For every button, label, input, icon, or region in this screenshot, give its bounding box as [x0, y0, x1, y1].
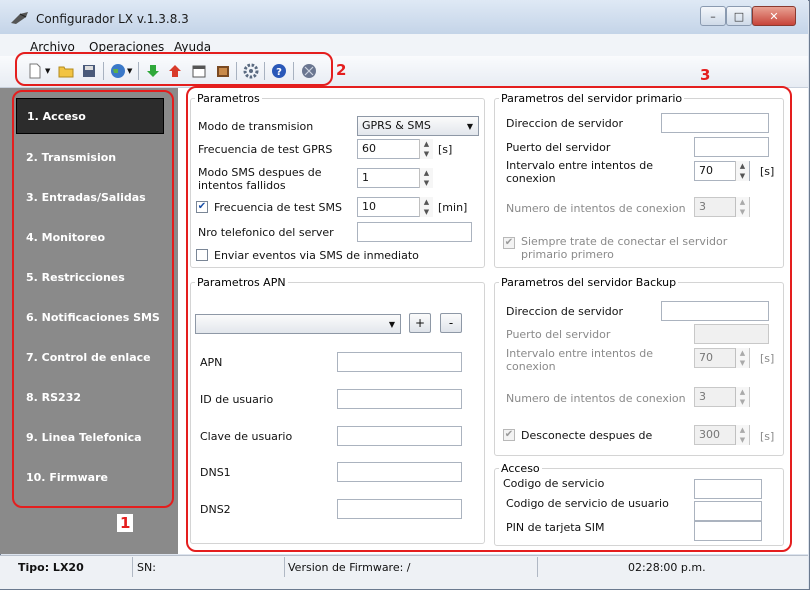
- window-title: Configurador LX v.1.3.8.3: [36, 12, 189, 26]
- minimize-button[interactable]: –: [700, 6, 726, 26]
- annotation-box-toolbar: [15, 52, 333, 86]
- status-tipo: Tipo: LX20: [18, 561, 84, 574]
- annotation-box-content: [186, 86, 792, 552]
- title-bar: Configurador LX v.1.3.8.3: [0, 0, 808, 34]
- annotation-number-2: 2: [336, 61, 347, 79]
- status-firmware: Version de Firmware: /: [288, 561, 411, 574]
- annotation-box-sidebar: [12, 90, 174, 508]
- status-separator: [537, 557, 538, 577]
- status-separator: [132, 557, 133, 577]
- annotation-number-1: 1: [117, 514, 134, 532]
- status-separator: [284, 557, 285, 577]
- status-sn: SN:: [137, 561, 156, 574]
- close-button[interactable]: ✕: [752, 6, 796, 26]
- maximize-button[interactable]: □: [726, 6, 752, 26]
- status-time: 02:28:00 p.m.: [628, 561, 706, 574]
- annotation-number-3: 3: [700, 66, 711, 84]
- app-icon: [11, 12, 28, 24]
